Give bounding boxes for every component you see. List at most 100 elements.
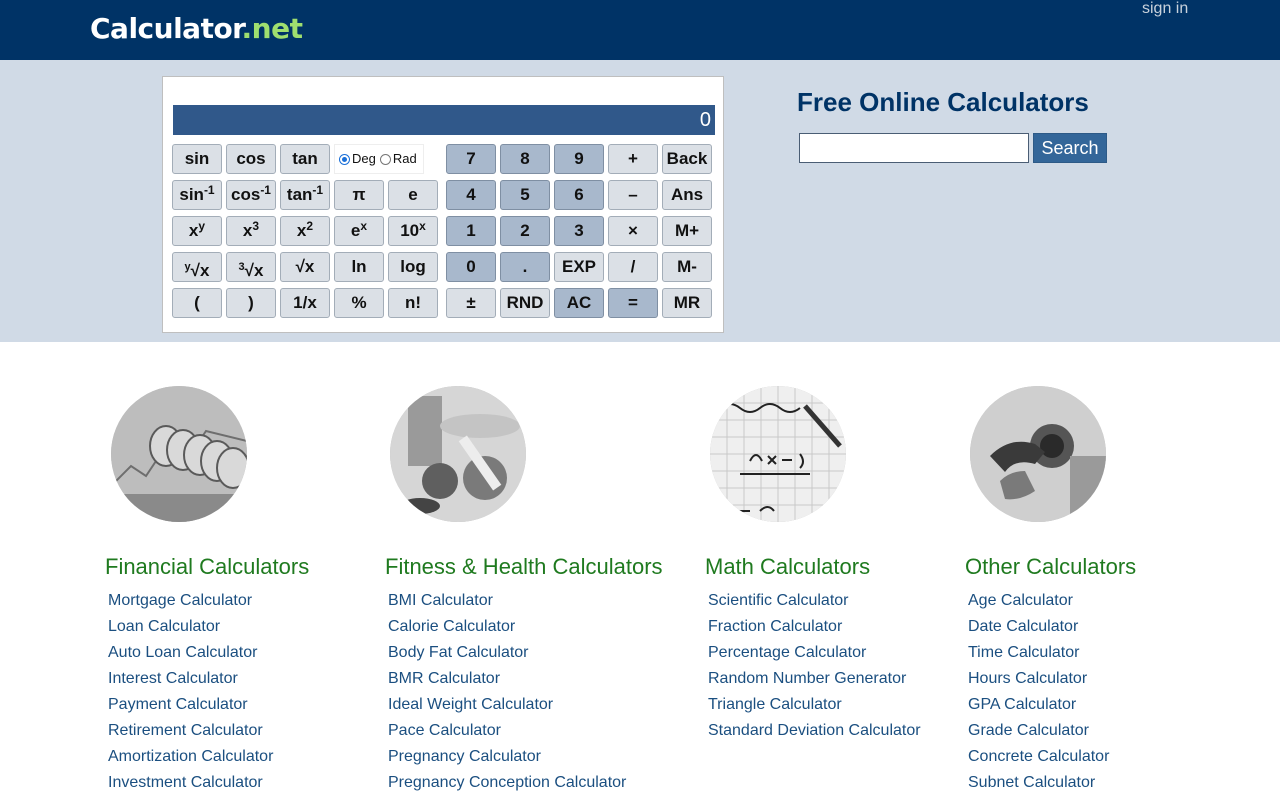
key-sqrt[interactable]: √x [280, 252, 330, 282]
key-8[interactable]: 8 [500, 144, 550, 174]
key-random[interactable]: RND [500, 288, 550, 318]
key-y-root-x[interactable]: y√x [172, 252, 222, 282]
search-input[interactable] [799, 133, 1029, 163]
category-title[interactable]: Fitness & Health Calculators [385, 554, 663, 580]
category-links: BMI Calculator Calorie Calculator Body F… [388, 589, 626, 797]
key-reciprocal[interactable]: 1/x [280, 288, 330, 318]
vegetables-and-measuring-tape-image[interactable] [390, 386, 526, 522]
key-pi[interactable]: π [334, 180, 384, 210]
sign-in-link[interactable]: sign in [1142, 0, 1188, 18]
hero-band: 0 sin cos tan Deg Rad sin-1 cos-1 tan-1 … [0, 60, 1280, 342]
key-x-cubed[interactable]: x3 [226, 216, 276, 246]
category-link[interactable]: Payment Calculator [108, 693, 273, 719]
key-e-pow-x[interactable]: ex [334, 216, 384, 246]
rad-label: Rad [392, 151, 417, 166]
rad-radio[interactable] [379, 153, 391, 165]
coins-on-financial-chart-image[interactable] [111, 386, 247, 522]
key-cos[interactable]: cos [226, 144, 276, 174]
key-memory-recall[interactable]: MR [662, 288, 712, 318]
key-decimal[interactable]: . [500, 252, 550, 282]
category-link[interactable]: Amortization Calculator [108, 745, 273, 771]
key-factorial[interactable]: n! [388, 288, 438, 318]
category-link[interactable]: Concrete Calculator [968, 745, 1109, 771]
key-3[interactable]: 3 [554, 216, 604, 246]
key-back[interactable]: Back [662, 144, 712, 174]
key-1[interactable]: 1 [446, 216, 496, 246]
key-multiply[interactable]: × [608, 216, 658, 246]
category-title[interactable]: Other Calculators [965, 554, 1136, 580]
key-acos[interactable]: cos-1 [226, 180, 276, 210]
category-link[interactable]: Pace Calculator [388, 719, 626, 745]
key-open-paren[interactable]: ( [172, 288, 222, 318]
category-link[interactable]: Scientific Calculator [708, 589, 921, 615]
deg-radio[interactable] [339, 153, 350, 165]
key-plus-minus[interactable]: ± [446, 288, 496, 318]
key-0[interactable]: 0 [446, 252, 496, 282]
category-link[interactable]: GPA Calculator [968, 693, 1109, 719]
key-tan[interactable]: tan [280, 144, 330, 174]
search-button[interactable]: Search [1033, 133, 1107, 163]
category-link[interactable]: Pregnancy Calculator [388, 745, 626, 771]
key-all-clear[interactable]: AC [554, 288, 604, 318]
key-6[interactable]: 6 [554, 180, 604, 210]
key-9[interactable]: 9 [554, 144, 604, 174]
category-link[interactable]: Standard Deviation Calculator [708, 719, 921, 745]
key-atan[interactable]: tan-1 [280, 180, 330, 210]
category-link[interactable]: Interest Calculator [108, 667, 273, 693]
top-bar: Calculator.net sign in [0, 0, 1280, 60]
category-link[interactable]: Time Calculator [968, 641, 1109, 667]
key-equals[interactable]: = [608, 288, 658, 318]
category-link[interactable]: Auto Loan Calculator [108, 641, 273, 667]
category-link[interactable]: Random Number Generator [708, 667, 921, 693]
category-link[interactable]: Loan Calculator [108, 615, 273, 641]
category-link[interactable]: Ideal Weight Calculator [388, 693, 626, 719]
category-link[interactable]: Hours Calculator [968, 667, 1109, 693]
category-link[interactable]: Calorie Calculator [388, 615, 626, 641]
category-link[interactable]: BMR Calculator [388, 667, 626, 693]
category-link[interactable]: BMI Calculator [388, 589, 626, 615]
key-2[interactable]: 2 [500, 216, 550, 246]
key-7[interactable]: 7 [446, 144, 496, 174]
key-e[interactable]: e [388, 180, 438, 210]
category-link[interactable]: Pregnancy Conception Calculator [388, 771, 626, 797]
category-link[interactable]: Triangle Calculator [708, 693, 921, 719]
key-divide[interactable]: / [608, 252, 658, 282]
key-ans[interactable]: Ans [662, 180, 712, 210]
key-5[interactable]: 5 [500, 180, 550, 210]
category-link[interactable]: Age Calculator [968, 589, 1109, 615]
calculator-display: 0 [173, 105, 715, 135]
key-cube-root[interactable]: 3√x [226, 252, 276, 282]
category-link[interactable]: Fraction Calculator [708, 615, 921, 641]
key-close-paren[interactable]: ) [226, 288, 276, 318]
key-asin[interactable]: sin-1 [172, 180, 222, 210]
key-log[interactable]: log [388, 252, 438, 282]
key-minus[interactable]: – [608, 180, 658, 210]
category-link[interactable]: Retirement Calculator [108, 719, 273, 745]
key-x-squared[interactable]: x2 [280, 216, 330, 246]
category-link[interactable]: Percentage Calculator [708, 641, 921, 667]
key-plus[interactable]: + [608, 144, 658, 174]
fuel-pump-nozzle-image[interactable] [970, 386, 1106, 522]
category-link[interactable]: Body Fat Calculator [388, 641, 626, 667]
logo-dot: . [241, 12, 253, 45]
category-title[interactable]: Financial Calculators [105, 554, 309, 580]
category-link[interactable]: Grade Calculator [968, 719, 1109, 745]
key-exp[interactable]: EXP [554, 252, 604, 282]
category-links: Scientific Calculator Fraction Calculato… [708, 589, 921, 745]
key-percent[interactable]: % [334, 288, 384, 318]
category-link[interactable]: Date Calculator [968, 615, 1109, 641]
category-link[interactable]: Investment Calculator [108, 771, 273, 797]
math-formula-on-grid-paper-image[interactable] [710, 386, 846, 522]
category-link[interactable]: Subnet Calculator [968, 771, 1109, 797]
key-4[interactable]: 4 [446, 180, 496, 210]
key-ten-pow-x[interactable]: 10x [388, 216, 438, 246]
key-ln[interactable]: ln [334, 252, 384, 282]
category-title[interactable]: Math Calculators [705, 554, 870, 580]
key-memory-minus[interactable]: M- [662, 252, 712, 282]
category-link[interactable]: Mortgage Calculator [108, 589, 273, 615]
key-x-pow-y[interactable]: xy [172, 216, 222, 246]
category-links: Mortgage Calculator Loan Calculator Auto… [108, 589, 273, 797]
site-logo[interactable]: Calculator.net [90, 11, 303, 47]
key-memory-plus[interactable]: M+ [662, 216, 712, 246]
key-sin[interactable]: sin [172, 144, 222, 174]
